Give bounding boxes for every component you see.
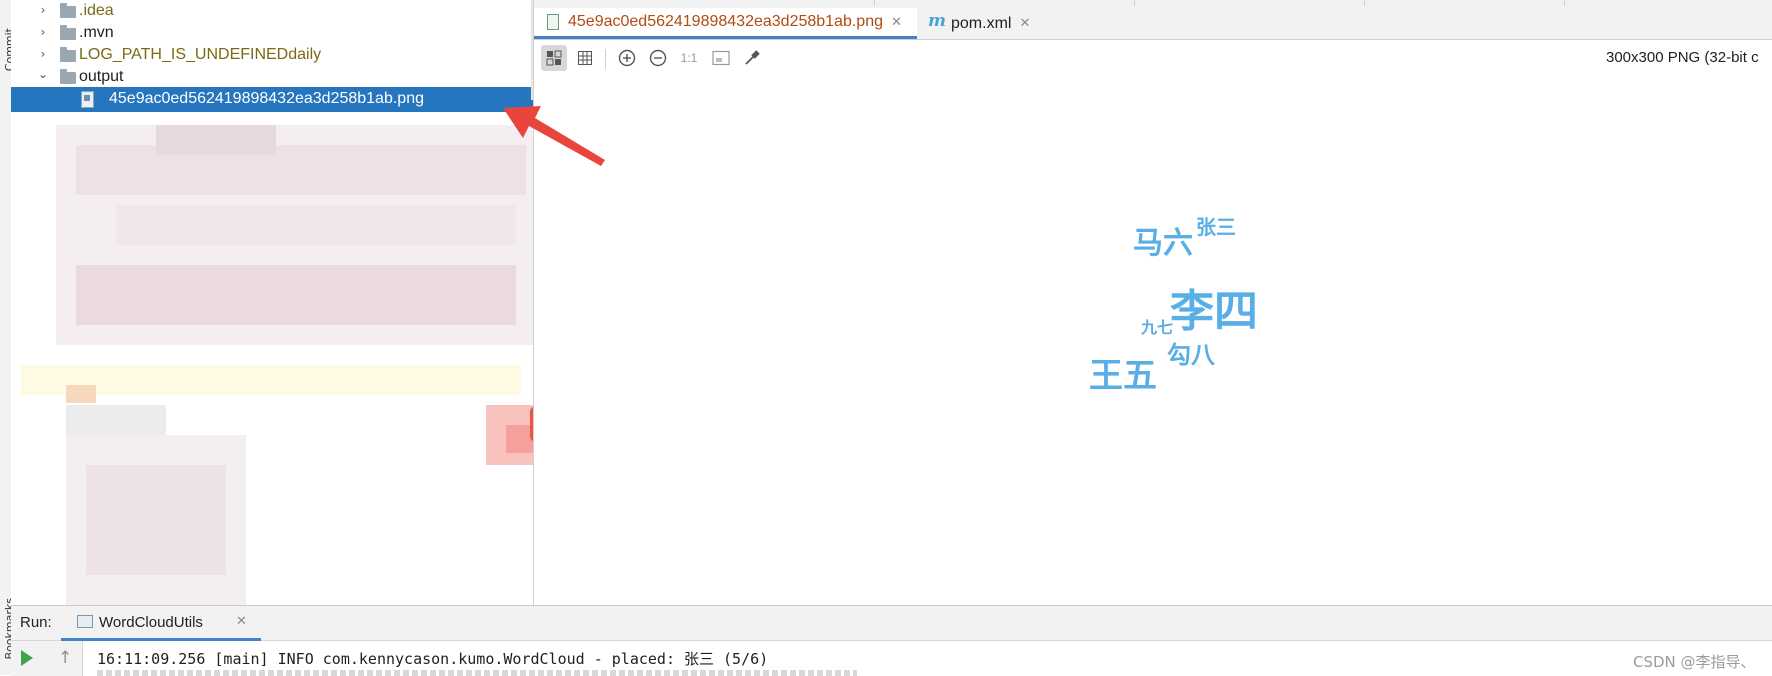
obscured-content bbox=[21, 125, 533, 605]
divider bbox=[874, 0, 875, 6]
run-tab-wordcloudutils[interactable]: WordCloudUtils ✕ bbox=[61, 606, 261, 641]
tree-item-label: .mvn bbox=[79, 24, 114, 41]
chevron-down-icon[interactable]: ⌄ bbox=[37, 68, 49, 80]
chessboard-toggle-button[interactable] bbox=[541, 45, 567, 71]
folder-icon bbox=[60, 25, 76, 40]
word-cloud-word: 九七 bbox=[1141, 318, 1174, 337]
close-icon[interactable]: ✕ bbox=[236, 614, 247, 629]
tab-png-image[interactable]: 45e9ac0ed562419898432ea3d258b1ab.png ✕ bbox=[534, 8, 917, 39]
run-tab-label: WordCloudUtils bbox=[99, 614, 203, 631]
chevron-right-icon[interactable]: › bbox=[37, 48, 49, 60]
divider bbox=[1134, 0, 1135, 6]
actual-size-label: 1:1 bbox=[680, 51, 698, 65]
maven-icon: m bbox=[928, 11, 946, 31]
tree-item-label: .idea bbox=[79, 2, 114, 19]
chessboard-icon bbox=[546, 50, 562, 66]
word-cloud-word: 张三 bbox=[1196, 215, 1236, 239]
close-icon[interactable]: ✕ bbox=[891, 15, 902, 30]
actual-size-button[interactable]: 1:1 bbox=[676, 45, 702, 71]
editor-tab-bar: 45e9ac0ed562419898432ea3d258b1ab.png ✕ m… bbox=[534, 0, 1772, 40]
divider bbox=[605, 49, 606, 69]
divider bbox=[1364, 0, 1365, 6]
tree-item-label: output bbox=[79, 68, 124, 85]
folder-icon bbox=[60, 69, 76, 84]
tree-item-label: 45e9ac0ed562419898432ea3d258b1ab.png bbox=[109, 90, 424, 107]
tab-label: pom.xml bbox=[951, 14, 1012, 32]
tree-item-png-file[interactable]: 45e9ac0ed562419898432ea3d258b1ab.png bbox=[11, 87, 533, 112]
zoom-in-icon bbox=[618, 49, 636, 67]
image-editor: 45e9ac0ed562419898432ea3d258b1ab.png ✕ m… bbox=[533, 0, 1772, 605]
image-info-label: 300x300 PNG (32-bit c bbox=[1606, 49, 1759, 66]
rerun-play-icon[interactable] bbox=[21, 650, 33, 666]
arrow-up-icon[interactable]: ↑ bbox=[58, 648, 72, 668]
project-tree-panel: › .idea › .mvn › LOG_PATH_IS_UNDEFINEDda… bbox=[11, 0, 533, 605]
image-file-icon bbox=[547, 14, 559, 30]
grid-toggle-button[interactable] bbox=[572, 45, 598, 71]
word-cloud-word: 勾八 bbox=[1167, 340, 1215, 369]
csdn-watermark: CSDN @李指导、 bbox=[1633, 653, 1756, 671]
word-cloud-word: 王五 bbox=[1089, 356, 1157, 396]
run-toolbar: ↑ bbox=[11, 641, 83, 676]
zoom-out-icon bbox=[649, 49, 667, 67]
run-label: Run: bbox=[20, 614, 52, 631]
run-header: Run: WordCloudUtils ✕ bbox=[11, 606, 1772, 641]
word-cloud-word: 李四 bbox=[1170, 286, 1258, 337]
console-icon bbox=[77, 615, 93, 628]
tab-label: 45e9ac0ed562419898432ea3d258b1ab.png bbox=[568, 13, 883, 30]
tree-item-label: LOG_PATH_IS_UNDEFINEDdaily bbox=[79, 46, 322, 63]
folder-icon bbox=[60, 3, 76, 18]
close-icon[interactable]: ✕ bbox=[1019, 16, 1030, 31]
image-toolbar: 1:1 300x300 PNG (32-bit c bbox=[534, 40, 1772, 76]
fit-window-icon bbox=[712, 50, 730, 66]
grid-icon bbox=[578, 51, 592, 65]
console-output-line: 16:11:09.256 [main] INFO com.kennycason.… bbox=[97, 650, 769, 668]
run-panel: Run: WordCloudUtils ✕ ↑ 16:11:09.256 [ma… bbox=[11, 605, 1772, 676]
console-output-line-cut bbox=[97, 670, 857, 676]
image-file-icon bbox=[81, 91, 94, 108]
word-cloud-word: 马六 bbox=[1133, 226, 1193, 261]
folder-icon bbox=[60, 47, 76, 62]
color-picker-button[interactable] bbox=[739, 45, 765, 71]
divider bbox=[1564, 0, 1565, 6]
zoom-in-button[interactable] bbox=[614, 45, 640, 71]
color-picker-icon bbox=[745, 50, 760, 65]
fit-window-button[interactable] bbox=[708, 45, 734, 71]
tab-pom-xml[interactable]: m pom.xml ✕ bbox=[918, 8, 1030, 39]
chevron-right-icon[interactable]: › bbox=[37, 26, 49, 38]
annotation-arrow bbox=[503, 106, 605, 166]
zoom-out-button[interactable] bbox=[645, 45, 671, 71]
chevron-right-icon[interactable]: › bbox=[37, 4, 49, 16]
